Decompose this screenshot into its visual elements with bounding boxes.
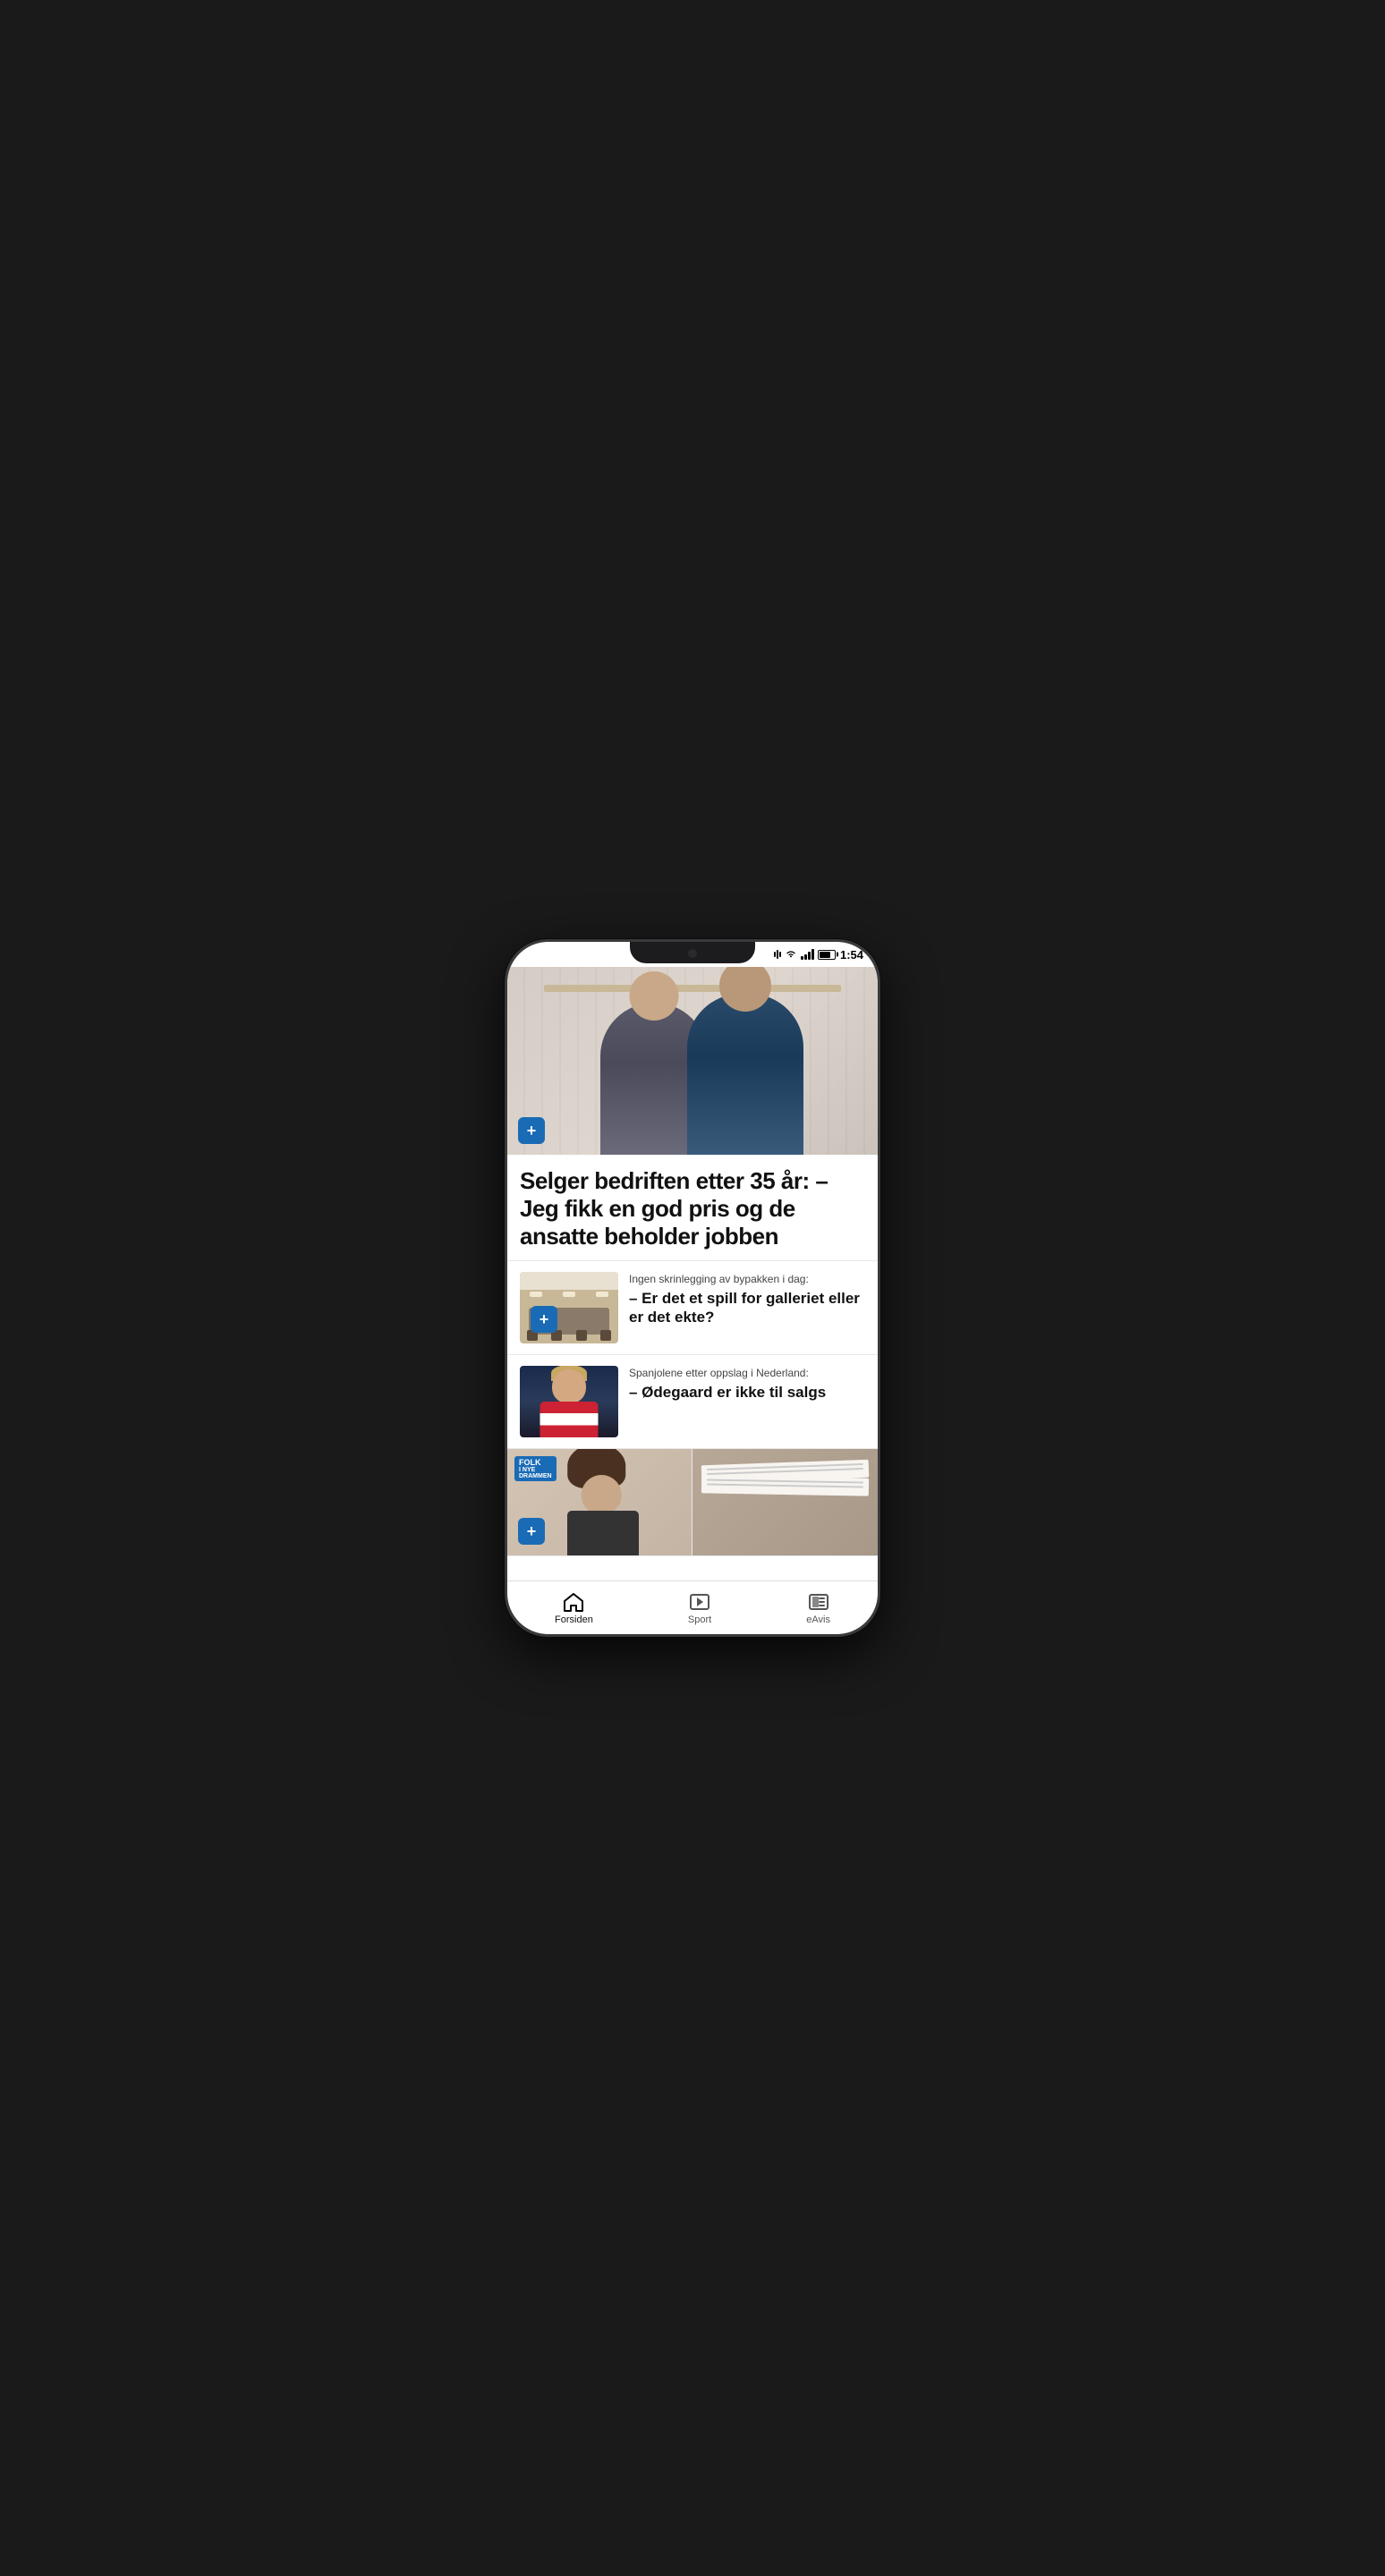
folk-logo-text: FOLK (519, 1458, 552, 1467)
wifi-icon (785, 949, 797, 960)
bottom-nav: Forsiden Sport (507, 1580, 878, 1634)
content-area[interactable]: + Selger bedriften etter 35 år: – Jeg fi… (507, 967, 878, 1580)
hero-image[interactable]: + (507, 967, 878, 1155)
article-bypakken-text: Ingen skrinlegging av bypakken i dag: – … (629, 1272, 865, 1343)
home-icon (563, 1591, 584, 1613)
folk-logo: FOLK I NYEDRAMMEN (514, 1456, 557, 1481)
paper-sheet-2 (701, 1475, 869, 1496)
player-head (552, 1369, 586, 1403)
article-bypakken-thumb: + (520, 1272, 618, 1343)
play-triangle (697, 1597, 703, 1606)
article-bypakken[interactable]: + Ingen skrinlegging av bypakken i dag: … (507, 1261, 878, 1355)
article-odegaard-text: Spanjolene etter oppslag i Nederland: – … (629, 1366, 865, 1437)
eavis-lines (819, 1597, 825, 1606)
football-image (520, 1366, 618, 1437)
person-right (687, 994, 803, 1155)
battery-icon (818, 950, 836, 960)
meeting-lights (520, 1292, 618, 1297)
time-display: 1:54 (840, 948, 863, 962)
folk-logo-subtitle: I NYEDRAMMEN (519, 1467, 552, 1479)
papers-visual (701, 1462, 869, 1495)
eavis-icon (808, 1591, 829, 1613)
eavis-line-2 (819, 1601, 825, 1603)
small-articles-grid: FOLK I NYEDRAMMEN + (507, 1449, 878, 1556)
phone-frame: 1:54 + (505, 939, 880, 1637)
meeting-ceiling (520, 1272, 618, 1290)
small-article-folk[interactable]: FOLK I NYEDRAMMEN + (507, 1449, 692, 1556)
eavis-line-3 (819, 1605, 825, 1606)
light-2 (563, 1292, 575, 1297)
article-bypakken-title: – Er det et spill for galleriet eller er… (629, 1290, 865, 1326)
paper-lines-2 (707, 1479, 863, 1490)
sport-icon (689, 1591, 710, 1613)
small-article-papers-bg (692, 1449, 878, 1555)
main-headline-section[interactable]: Selger bedriften etter 35 år: – Jeg fikk… (507, 1155, 878, 1261)
light-3 (596, 1292, 608, 1297)
head-right (719, 967, 771, 1012)
people-silhouette (507, 967, 878, 1155)
status-bar-right: 1:54 (774, 948, 863, 962)
paper-line (707, 1479, 863, 1483)
chair-4 (600, 1330, 611, 1341)
chair-3 (576, 1330, 587, 1341)
nav-label-sport: Sport (688, 1614, 711, 1625)
nav-label-eavis: eAvis (806, 1614, 830, 1625)
eavis-box (809, 1594, 828, 1610)
nav-item-sport[interactable]: Sport (670, 1588, 729, 1629)
status-icons (774, 949, 836, 960)
camera-dot (688, 949, 697, 958)
nav-item-eavis[interactable]: eAvis (788, 1588, 848, 1629)
vibrate-icon (774, 950, 781, 959)
small-article-papers[interactable] (692, 1449, 878, 1556)
eavis-line-1 (819, 1597, 825, 1599)
article1-plus-badge[interactable]: + (531, 1306, 557, 1333)
article-odegaard-title: – Ødegaard er ikke til salgs (629, 1384, 865, 1402)
head-left (629, 971, 678, 1021)
article-odegaard-subtitle: Spanjolene etter oppslag i Nederland: (629, 1366, 865, 1381)
sport-box (690, 1594, 709, 1610)
player-jersey (540, 1402, 599, 1437)
light-1 (530, 1292, 542, 1297)
nav-label-forsiden: Forsiden (555, 1614, 593, 1625)
article-odegaard-thumb (520, 1366, 618, 1437)
woman-head (582, 1475, 622, 1515)
hero-plus-badge[interactable]: + (518, 1117, 545, 1144)
small-article1-plus-badge[interactable]: + (518, 1518, 545, 1545)
small-article-folk-bg: FOLK I NYEDRAMMEN + (507, 1449, 692, 1555)
nav-item-forsiden[interactable]: Forsiden (537, 1588, 611, 1629)
article-bypakken-subtitle: Ingen skrinlegging av bypakken i dag: (629, 1272, 865, 1287)
phone-screen: 1:54 + (507, 942, 878, 1634)
eavis-image-placeholder (812, 1597, 819, 1607)
woman-body (567, 1511, 639, 1555)
article-odegaard[interactable]: Spanjolene etter oppslag i Nederland: – … (507, 1355, 878, 1449)
signal-icon (801, 949, 814, 960)
paper-line (707, 1483, 863, 1487)
main-headline-text: Selger bedriften etter 35 år: – Jeg fikk… (520, 1167, 865, 1251)
